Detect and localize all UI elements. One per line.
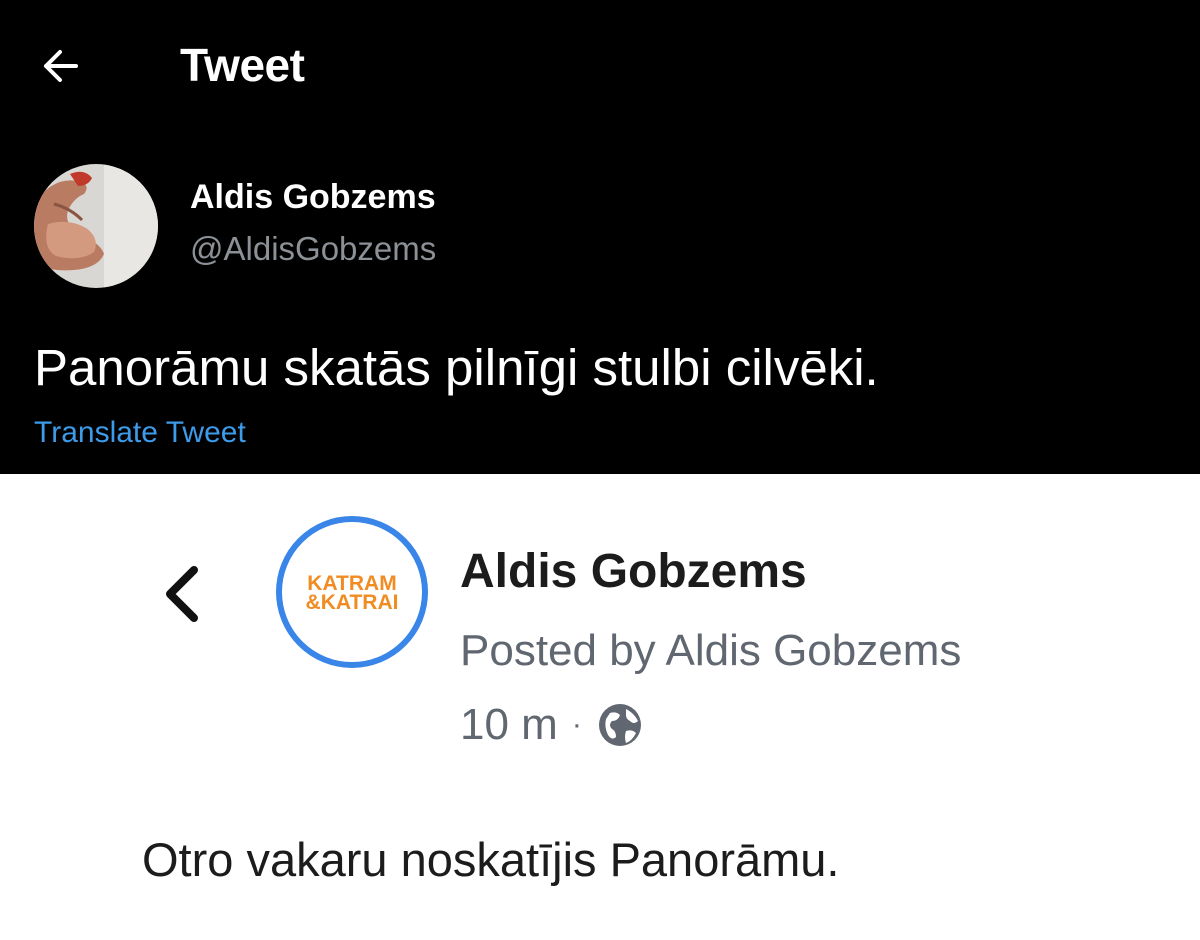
logo-line-2: &KATRAI [305, 591, 399, 614]
globe-icon[interactable] [596, 701, 644, 749]
post-time[interactable]: 10 m [460, 700, 558, 750]
arrow-left-icon[interactable] [36, 44, 84, 88]
post-meta: 10 m · [460, 700, 644, 750]
translate-tweet-link[interactable]: Translate Tweet [34, 416, 246, 450]
posted-by-text: Posted by Aldis Gobzems [460, 626, 962, 675]
chevron-left-icon[interactable] [160, 562, 204, 626]
meta-separator: · [571, 708, 582, 741]
author-name[interactable]: Aldis Gobzems [190, 178, 436, 217]
page-title: Tweet [180, 39, 305, 91]
author-handle[interactable]: @AldisGobzems [190, 230, 436, 268]
page-logo: KATRAM &KATRAI [282, 573, 422, 614]
page-avatar[interactable]: KATRAM &KATRAI [276, 516, 428, 668]
embedded-post-screenshot: KATRAM &KATRAI Aldis Gobzems Posted by A… [0, 474, 1200, 940]
tweet-text: Panorāmu skatās pilnīgi stulbi cilvēki. [34, 339, 879, 396]
avatar-photo [34, 164, 158, 288]
page-name[interactable]: Aldis Gobzems [460, 544, 807, 599]
author-avatar[interactable] [34, 164, 158, 288]
tweet-panel: Tweet Aldis Gobzems @AldisGobzems Panorā… [0, 0, 1200, 474]
post-text: Otro vakaru noskatījis Panorāmu. [142, 833, 840, 886]
